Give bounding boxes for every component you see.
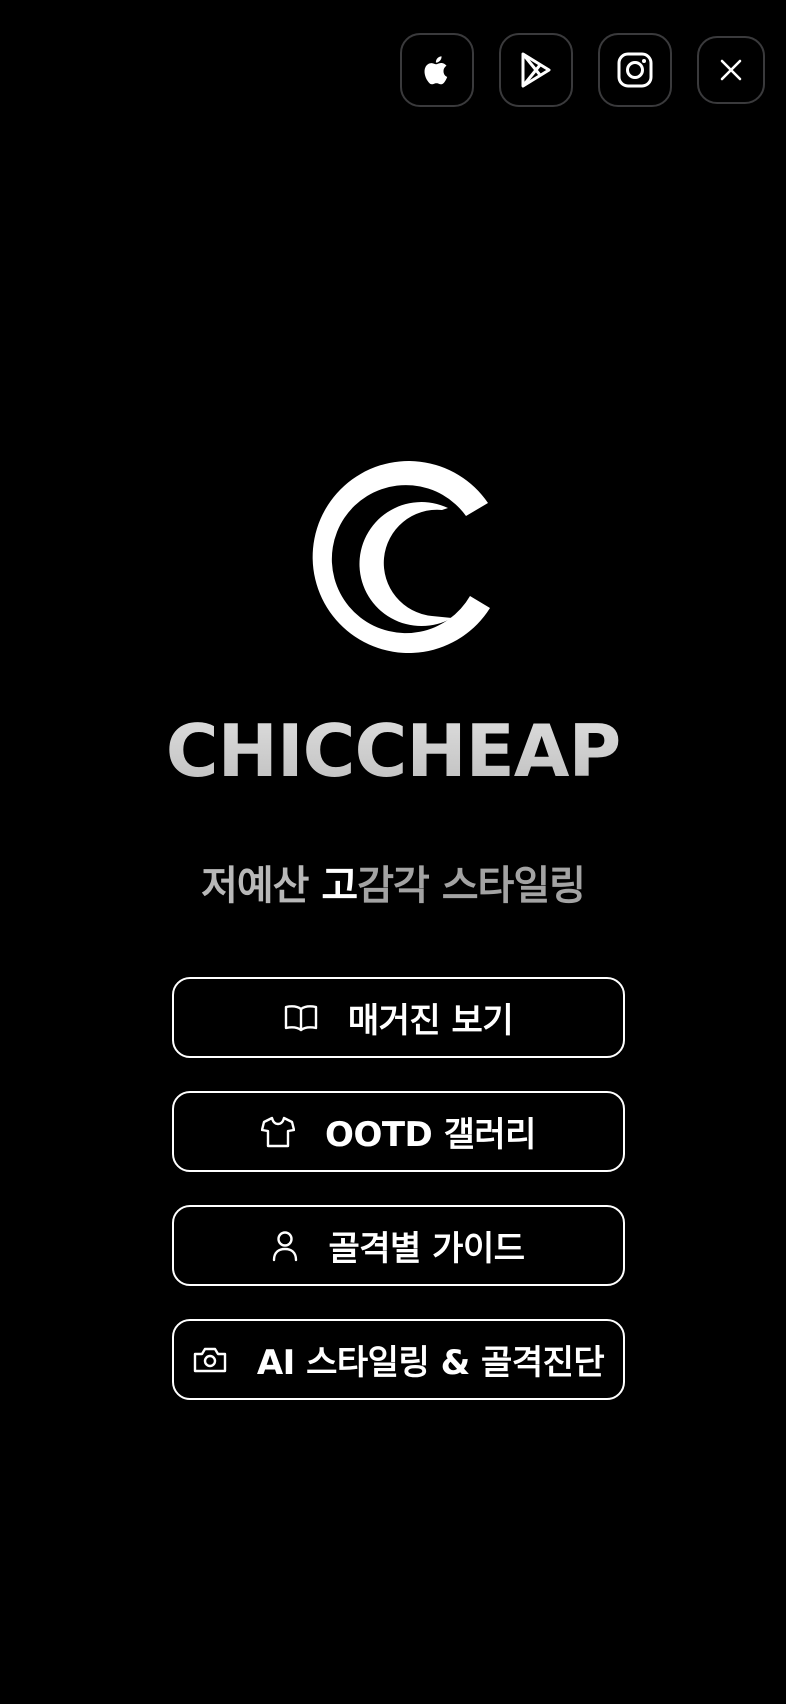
body-type-guide-label: 골격별 가이드 [328, 1229, 525, 1269]
tshirt-icon [261, 1116, 296, 1148]
brand-tagline: 저예산 고감각 스타일링 [0, 860, 786, 912]
brand-title: CHICCHEAP [0, 706, 786, 796]
ootd-gallery-button[interactable]: OOTD 갤러리 [172, 1091, 625, 1172]
brand-logo-icon [304, 458, 490, 654]
apple-icon [421, 52, 453, 88]
close-icon [719, 58, 743, 82]
close-button[interactable] [697, 36, 765, 104]
instagram-button[interactable] [598, 33, 672, 107]
book-icon [284, 1004, 318, 1032]
main-menu: 매거진 보기 OOTD 갤러리 골격별 가이드 AI 스타일링 & 골격진단 [172, 977, 625, 1433]
magazine-label: 매거진 보기 [347, 1001, 514, 1041]
google-play-button[interactable] [499, 33, 573, 107]
top-action-bar [375, 33, 765, 107]
ootd-gallery-label: OOTD 갤러리 [325, 1115, 536, 1155]
tagline-part-2: 고 [308, 863, 358, 909]
tagline-part-1: 저예산 [201, 863, 309, 909]
user-icon [272, 1230, 298, 1262]
play-store-icon [519, 51, 553, 89]
tagline-part-3: 감각 스타일링 [357, 863, 586, 909]
instagram-icon [616, 51, 654, 89]
body-type-guide-button[interactable]: 골격별 가이드 [172, 1205, 625, 1286]
app-store-button[interactable] [400, 33, 474, 107]
ai-styling-button[interactable]: AI 스타일링 & 골격진단 [172, 1319, 625, 1400]
magazine-button[interactable]: 매거진 보기 [172, 977, 625, 1058]
camera-icon [193, 1346, 227, 1374]
ai-styling-label: AI 스타일링 & 골격진단 [256, 1343, 605, 1383]
